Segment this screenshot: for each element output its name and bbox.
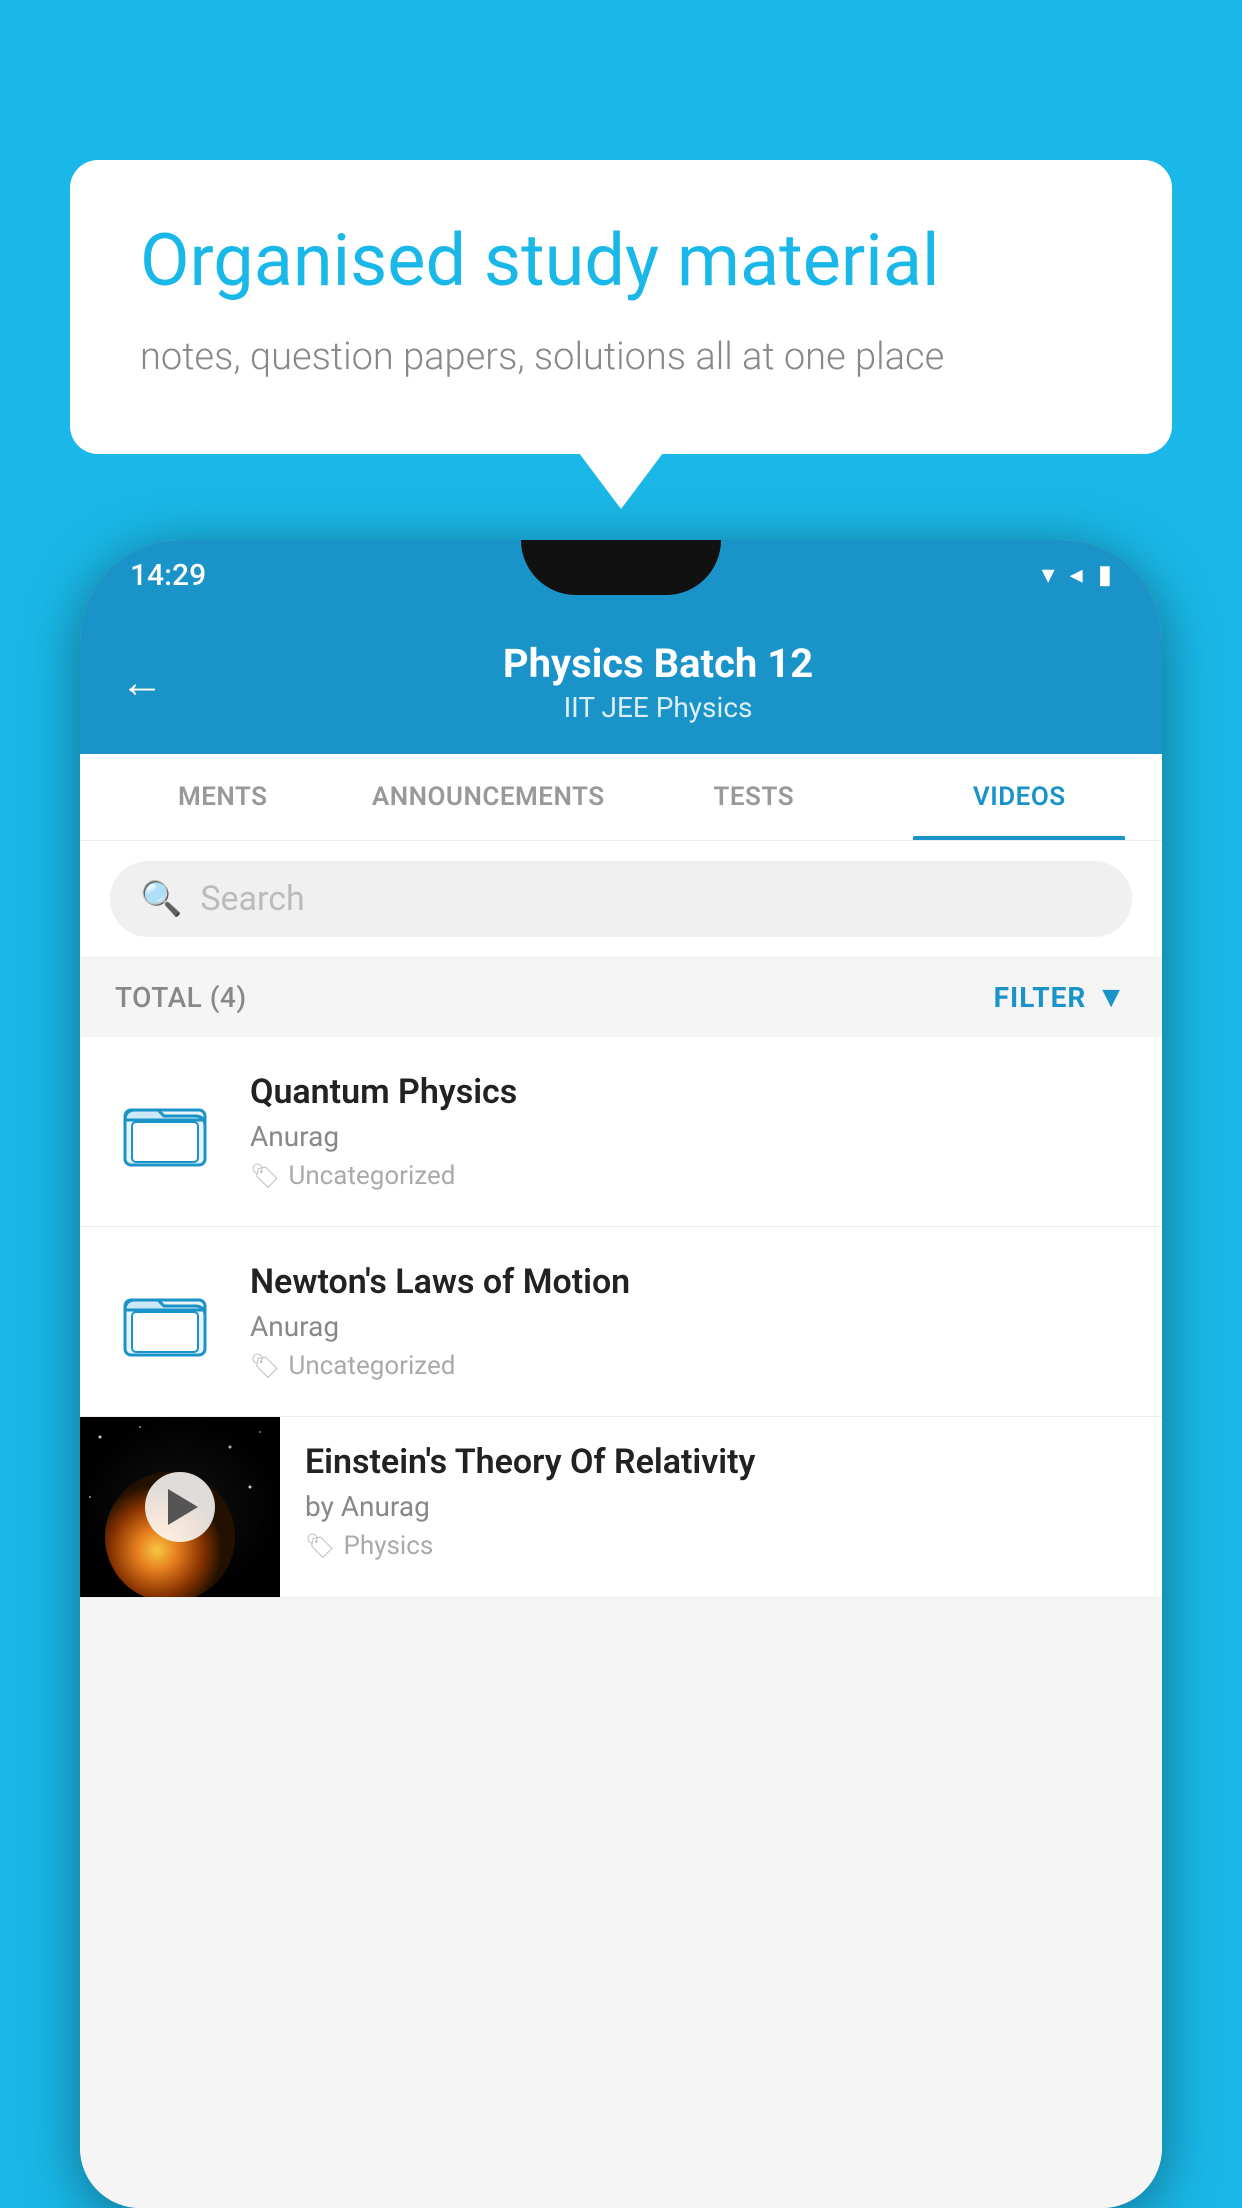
video-tag: 🏷 Uncategorized <box>250 1161 1132 1191</box>
list-item[interactable]: Quantum Physics Anurag 🏷 Uncategorized <box>80 1037 1162 1227</box>
filter-icon: ▼ <box>1096 980 1127 1015</box>
phone-content: 🔍 Search TOTAL (4) FILTER ▼ <box>80 841 1162 2208</box>
video-info: Einstein's Theory Of Relativity by Anura… <box>280 1417 1162 1586</box>
video-author: by Anurag <box>305 1490 1137 1523</box>
filter-button[interactable]: FILTER ▼ <box>994 980 1127 1015</box>
video-title: Quantum Physics <box>250 1072 1132 1112</box>
back-button[interactable]: ← <box>120 656 164 708</box>
play-triangle-icon <box>168 1489 198 1525</box>
video-title: Newton's Laws of Motion <box>250 1262 1132 1302</box>
app-bar-subtitle: IIT JEE Physics <box>194 691 1122 724</box>
wifi-icon: ▾ <box>1042 560 1055 590</box>
phone-screen: 14:29 ▾ ◂ ▮ ← Physics Batch 12 IIT JEE P… <box>80 540 1162 2208</box>
tag-icon: 🏷 <box>250 1352 280 1380</box>
video-info: Quantum Physics Anurag 🏷 Uncategorized <box>250 1072 1132 1191</box>
signal-icon: ◂ <box>1070 560 1083 590</box>
bubble-subtitle: notes, question papers, solutions all at… <box>140 331 1102 384</box>
notch <box>521 540 721 595</box>
tab-announcements[interactable]: ANNOUNCEMENTS <box>356 754 622 840</box>
status-time: 14:29 <box>130 558 206 593</box>
tab-ments[interactable]: MENTS <box>90 754 356 840</box>
search-icon: 🔍 <box>140 879 182 919</box>
video-title: Einstein's Theory Of Relativity <box>305 1442 1137 1482</box>
filter-label: FILTER <box>994 981 1087 1014</box>
folder-icon <box>110 1077 220 1187</box>
battery-icon: ▮ <box>1098 560 1112 590</box>
video-tag: 🏷 Uncategorized <box>250 1351 1132 1381</box>
status-icons: ▾ ◂ ▮ <box>1042 560 1112 590</box>
video-tag: 🏷 Physics <box>305 1531 1137 1561</box>
tabs-bar: MENTS ANNOUNCEMENTS TESTS VIDEOS <box>80 754 1162 841</box>
tag-icon: 🏷 <box>250 1162 280 1190</box>
phone-frame: 14:29 ▾ ◂ ▮ ← Physics Batch 12 IIT JEE P… <box>80 540 1162 2208</box>
status-bar: 14:29 ▾ ◂ ▮ <box>80 540 1162 610</box>
app-bar-title: Physics Batch 12 <box>194 640 1122 687</box>
search-bar-container: 🔍 Search <box>80 841 1162 958</box>
tab-tests[interactable]: TESTS <box>621 754 887 840</box>
filter-row: TOTAL (4) FILTER ▼ <box>80 958 1162 1037</box>
search-placeholder: Search <box>200 879 304 919</box>
app-bar-title-area: Physics Batch 12 IIT JEE Physics <box>194 640 1122 724</box>
list-item[interactable]: Einstein's Theory Of Relativity by Anura… <box>80 1417 1162 1598</box>
search-bar[interactable]: 🔍 Search <box>110 861 1132 937</box>
video-author: Anurag <box>250 1310 1132 1343</box>
tab-videos[interactable]: VIDEOS <box>887 754 1153 840</box>
play-button[interactable] <box>145 1472 215 1542</box>
list-item[interactable]: Newton's Laws of Motion Anurag 🏷 Uncateg… <box>80 1227 1162 1417</box>
speech-bubble-container: Organised study material notes, question… <box>70 160 1172 454</box>
folder-icon <box>110 1267 220 1377</box>
tag-icon: 🏷 <box>305 1532 335 1560</box>
total-count: TOTAL (4) <box>115 981 247 1014</box>
video-info: Newton's Laws of Motion Anurag 🏷 Uncateg… <box>250 1262 1132 1381</box>
speech-bubble: Organised study material notes, question… <box>70 160 1172 454</box>
app-bar: ← Physics Batch 12 IIT JEE Physics <box>80 610 1162 754</box>
video-list: Quantum Physics Anurag 🏷 Uncategorized <box>80 1037 1162 1598</box>
video-thumbnail <box>80 1417 280 1597</box>
bubble-title: Organised study material <box>140 220 1102 303</box>
video-author: Anurag <box>250 1120 1132 1153</box>
